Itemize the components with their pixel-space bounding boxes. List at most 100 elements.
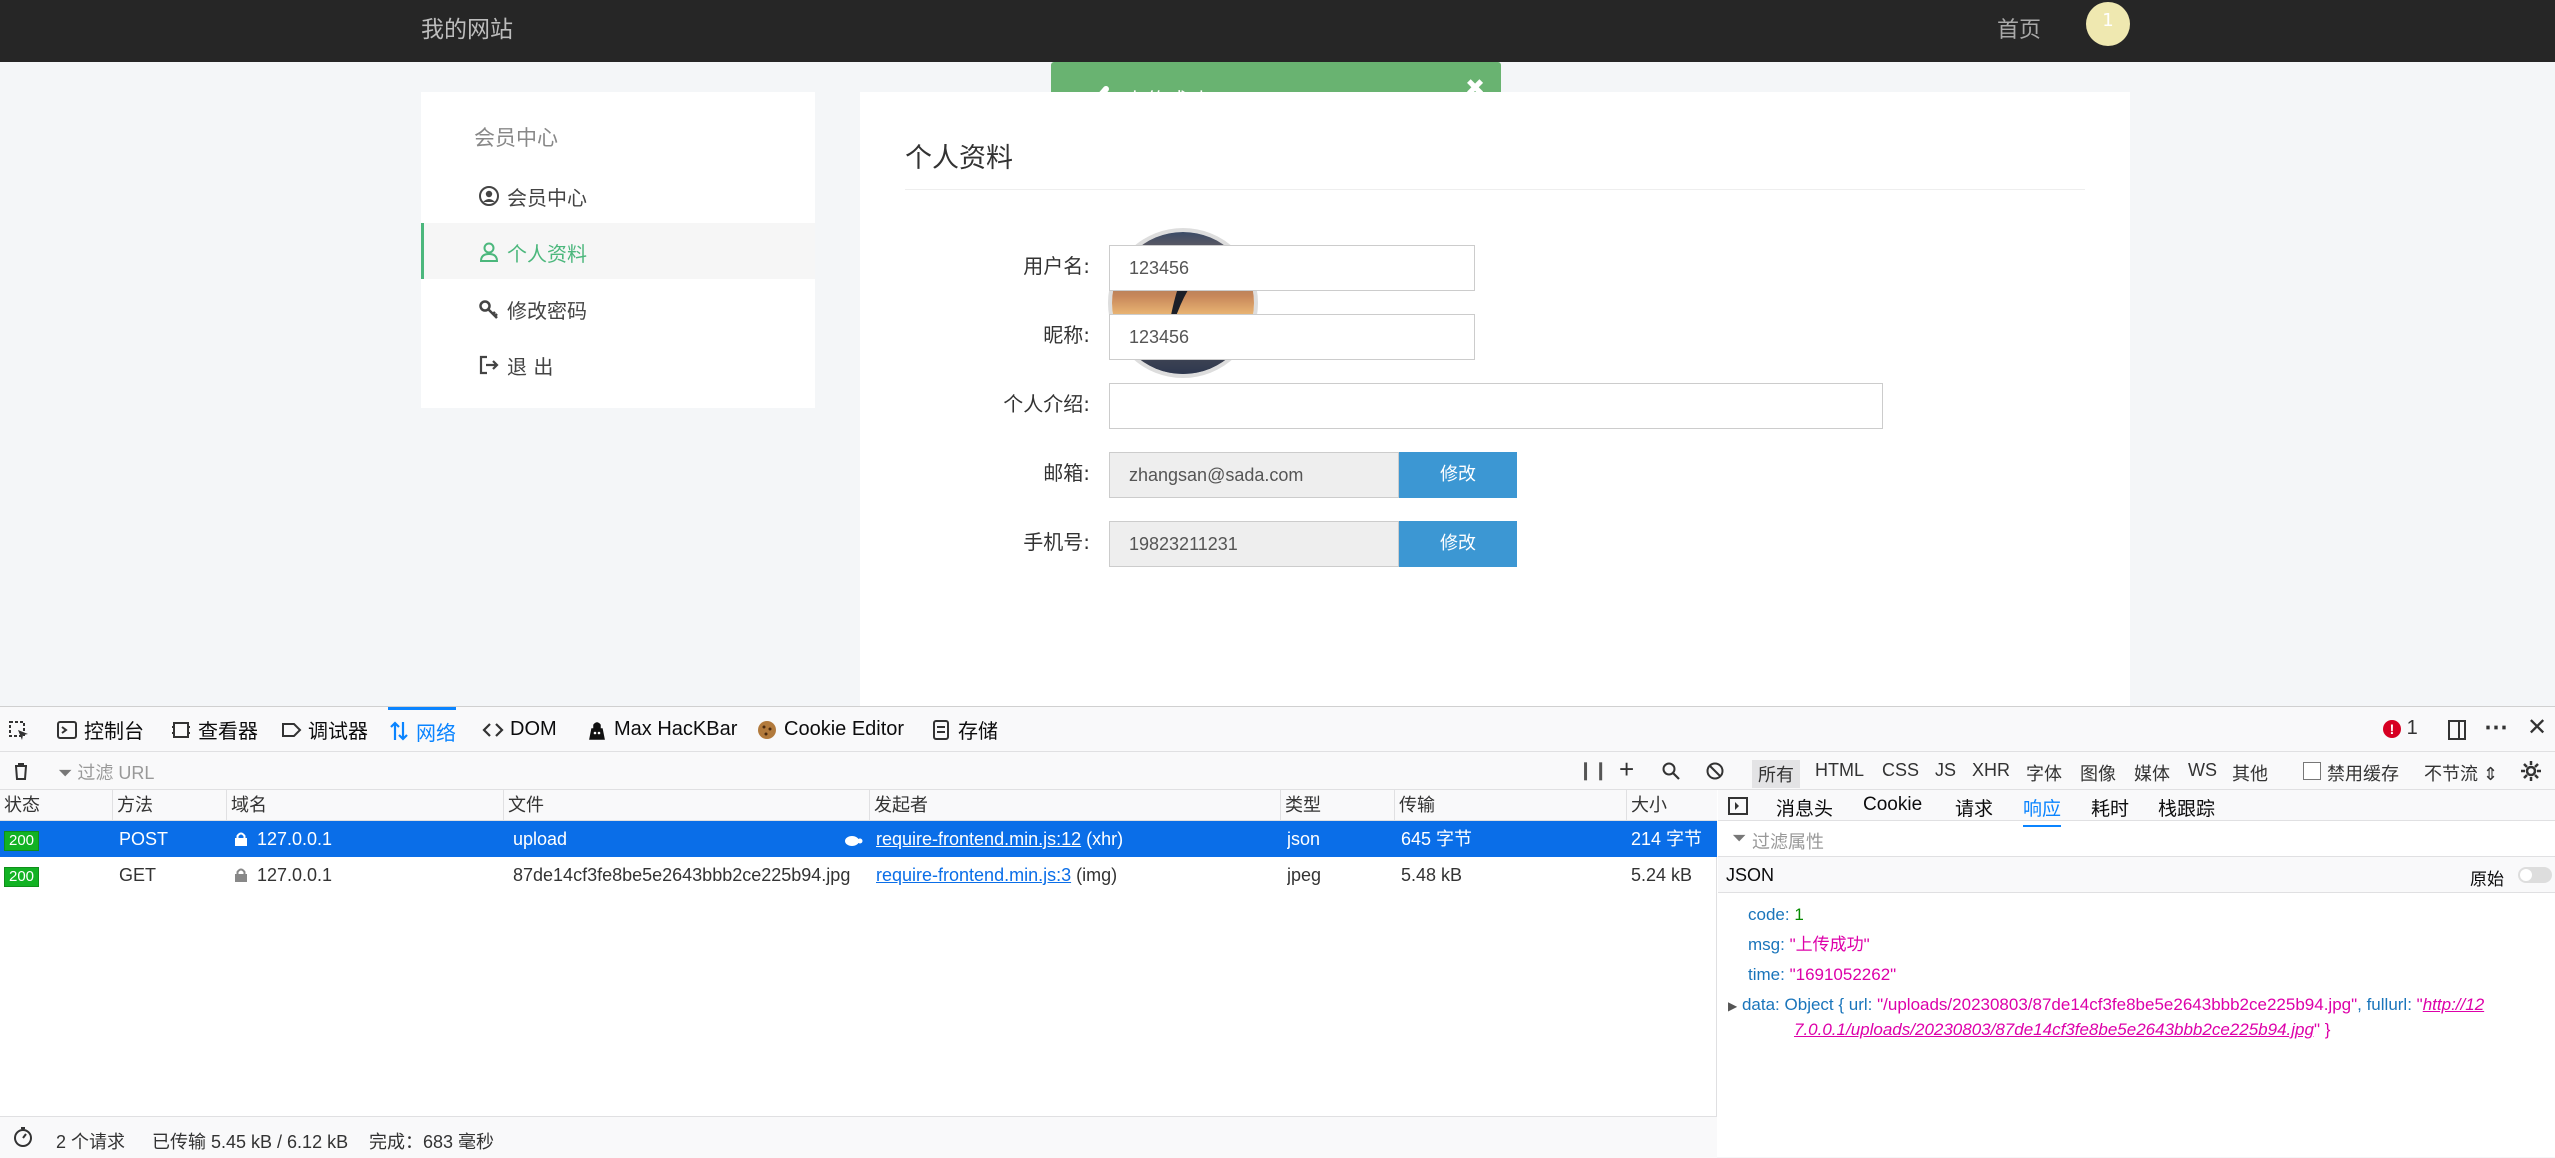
sidebar-item-member-center[interactable]: 会员中心: [421, 167, 815, 223]
finish-time: 完成：683 毫秒: [369, 1132, 495, 1152]
col-transferred[interactable]: 传输: [1395, 790, 1627, 821]
col-initiator[interactable]: 发起者: [870, 790, 1281, 821]
col-type[interactable]: 类型: [1281, 790, 1395, 821]
pause-icon[interactable]: ❙❙: [1578, 760, 1608, 781]
profile-card: 个人资料 用户名: 123456 昵称: 123456 个人介绍: 邮箱: zh…: [860, 92, 2130, 712]
add-icon[interactable]: +: [1619, 754, 1634, 785]
request-size: 214 字节: [1631, 829, 1703, 849]
tab-debugger[interactable]: 调试器: [280, 707, 368, 752]
filter-ws[interactable]: WS: [2188, 760, 2217, 781]
sidebar-item-change-password[interactable]: 修改密码: [421, 280, 815, 336]
tab-cookie-editor[interactable]: Cookie Editor: [756, 707, 904, 752]
col-file[interactable]: 文件: [504, 790, 870, 821]
error-count-badge[interactable]: ! 1: [2383, 717, 2418, 740]
gear-icon[interactable]: [2519, 759, 2543, 783]
col-status[interactable]: 状态: [0, 790, 113, 821]
devtools-tabbar: 控制台 查看器 调试器 网络 DOM Max HacKBar Cookie Ed…: [0, 707, 2555, 752]
user-avatar[interactable]: 1: [2086, 2, 2130, 46]
inspector-icon: [172, 721, 190, 738]
tab-timings[interactable]: 耗时: [2091, 794, 2129, 821]
close-devtools-icon[interactable]: ✕: [2527, 713, 2547, 742]
tab-console[interactable]: 控制台: [56, 707, 144, 752]
json-line-code: code: 1: [1748, 905, 1804, 924]
tab-headers[interactable]: 消息头: [1776, 794, 1833, 821]
sidebar-item-label: 个人资料: [507, 242, 587, 266]
filter-xhr[interactable]: XHR: [1972, 760, 2010, 781]
tab-dom[interactable]: DOM: [482, 707, 557, 752]
tab-network[interactable]: 网络: [388, 707, 456, 752]
filter-all[interactable]: 所有: [1752, 760, 1800, 788]
sidebar-item-logout[interactable]: 退 出: [421, 336, 815, 392]
json-section-header: JSON 原始: [1718, 857, 2555, 893]
sign-out-icon: [479, 355, 499, 375]
filter-url-input[interactable]: ⏷ 过滤 URL: [58, 759, 154, 785]
tab-inspector[interactable]: 查看器: [170, 707, 258, 752]
debugger-icon: [282, 722, 302, 737]
sidebar-title: 会员中心: [474, 126, 558, 150]
tab-stack-trace[interactable]: 栈跟踪: [2158, 794, 2215, 821]
tab-hackbar[interactable]: Max HacKBar: [586, 707, 737, 752]
block-icon[interactable]: [1705, 761, 1725, 781]
toggle-panel-icon[interactable]: [1728, 797, 1748, 815]
username-field[interactable]: 123456: [1109, 245, 1475, 291]
email-field[interactable]: zhangsan@sada.com: [1109, 452, 1399, 498]
tab-request[interactable]: 请求: [1955, 794, 1993, 821]
initiator-link[interactable]: require-frontend.min.js:3: [876, 865, 1071, 885]
filter-properties-placeholder: 过滤属性: [1752, 832, 1824, 852]
col-size[interactable]: 大小: [1627, 790, 1717, 821]
tab-storage[interactable]: 存储: [930, 707, 998, 752]
filter-other[interactable]: 其他: [2232, 760, 2268, 786]
trash-icon[interactable]: [11, 761, 31, 781]
devtools-panel: 控制台 查看器 调试器 网络 DOM Max HacKBar Cookie Ed…: [0, 706, 2555, 1158]
table-row[interactable]: 200 POST 127.0.0.1 upload require-fronte…: [0, 821, 1717, 857]
divider: [905, 189, 2085, 190]
username-label: 用户名:: [1023, 254, 1090, 278]
filter-media[interactable]: 媒体: [2134, 760, 2170, 786]
throttle-select[interactable]: 不节流 ⇕: [2424, 760, 2498, 786]
nickname-label: 昵称:: [1043, 323, 1090, 347]
dock-icon[interactable]: [2446, 719, 2468, 741]
site-brand[interactable]: 我的网站: [421, 10, 513, 44]
sidebar-item-label: 退 出: [507, 355, 554, 379]
json-value: "1691052262": [1789, 965, 1897, 984]
nickname-field[interactable]: 123456: [1109, 314, 1475, 360]
sidebar-item-label: 会员中心: [507, 186, 587, 210]
fullurl-link[interactable]: http://12: [2423, 995, 2484, 1014]
raw-toggle[interactable]: [2518, 867, 2552, 883]
initiator-link[interactable]: require-frontend.min.js:12: [876, 829, 1081, 849]
expand-triangle-icon[interactable]: ▶: [1728, 999, 1737, 1013]
bio-field[interactable]: [1109, 383, 1883, 429]
tab-cookies[interactable]: Cookie: [1863, 794, 1922, 816]
edit-phone-button[interactable]: 修改: [1399, 521, 1517, 567]
table-row[interactable]: 200 GET 127.0.0.1 87de14cf3fe8be5e2643bb…: [0, 857, 1717, 893]
sidebar-item-profile[interactable]: 个人资料: [421, 223, 815, 279]
disable-cache-checkbox[interactable]: [2303, 762, 2321, 780]
network-statusbar: 2 个请求 已传输 5.45 kB / 6.12 kB 完成：683 毫秒: [0, 1116, 1717, 1158]
request-file: 87de14cf3fe8be5e2643bbb2ce225b94.jpg: [513, 865, 851, 885]
phone-field[interactable]: 19823211231: [1109, 521, 1399, 567]
hackbar-icon: [589, 721, 605, 740]
filter-images[interactable]: 图像: [2080, 760, 2116, 786]
nav-home-link[interactable]: 首页: [1997, 12, 2041, 44]
col-domain[interactable]: 域名: [227, 790, 504, 821]
tab-label: DOM: [510, 718, 557, 740]
more-options-icon[interactable]: ⋯: [2484, 713, 2508, 742]
edit-email-button[interactable]: 修改: [1399, 452, 1517, 498]
lock-icon: [233, 821, 249, 857]
page-title: 个人资料: [905, 143, 1013, 174]
search-icon[interactable]: [1661, 761, 1681, 781]
filter-fonts[interactable]: 字体: [2026, 760, 2062, 786]
filter-css[interactable]: CSS: [1882, 760, 1919, 781]
col-method[interactable]: 方法: [113, 790, 227, 821]
filter-properties-input[interactable]: ⏷ 过滤属性: [1718, 821, 2555, 857]
bio-label: 个人介绍:: [1003, 392, 1090, 416]
filter-html[interactable]: HTML: [1815, 760, 1864, 781]
filter-js[interactable]: JS: [1935, 760, 1956, 781]
element-picker-icon[interactable]: [8, 720, 30, 742]
filter-icon: ⏷: [1732, 828, 1747, 848]
json-line-data[interactable]: ▶ data: Object { url: "/uploads/20230803…: [1728, 993, 2548, 1042]
tab-label: 存储: [958, 721, 998, 743]
request-count: 2 个请求: [56, 1132, 126, 1152]
fullurl-link-cont[interactable]: 7.0.0.1/uploads/20230803/87de14cf3fe8be5…: [1794, 1020, 2314, 1039]
json-line-msg: msg: "上传成功": [1748, 935, 1870, 954]
